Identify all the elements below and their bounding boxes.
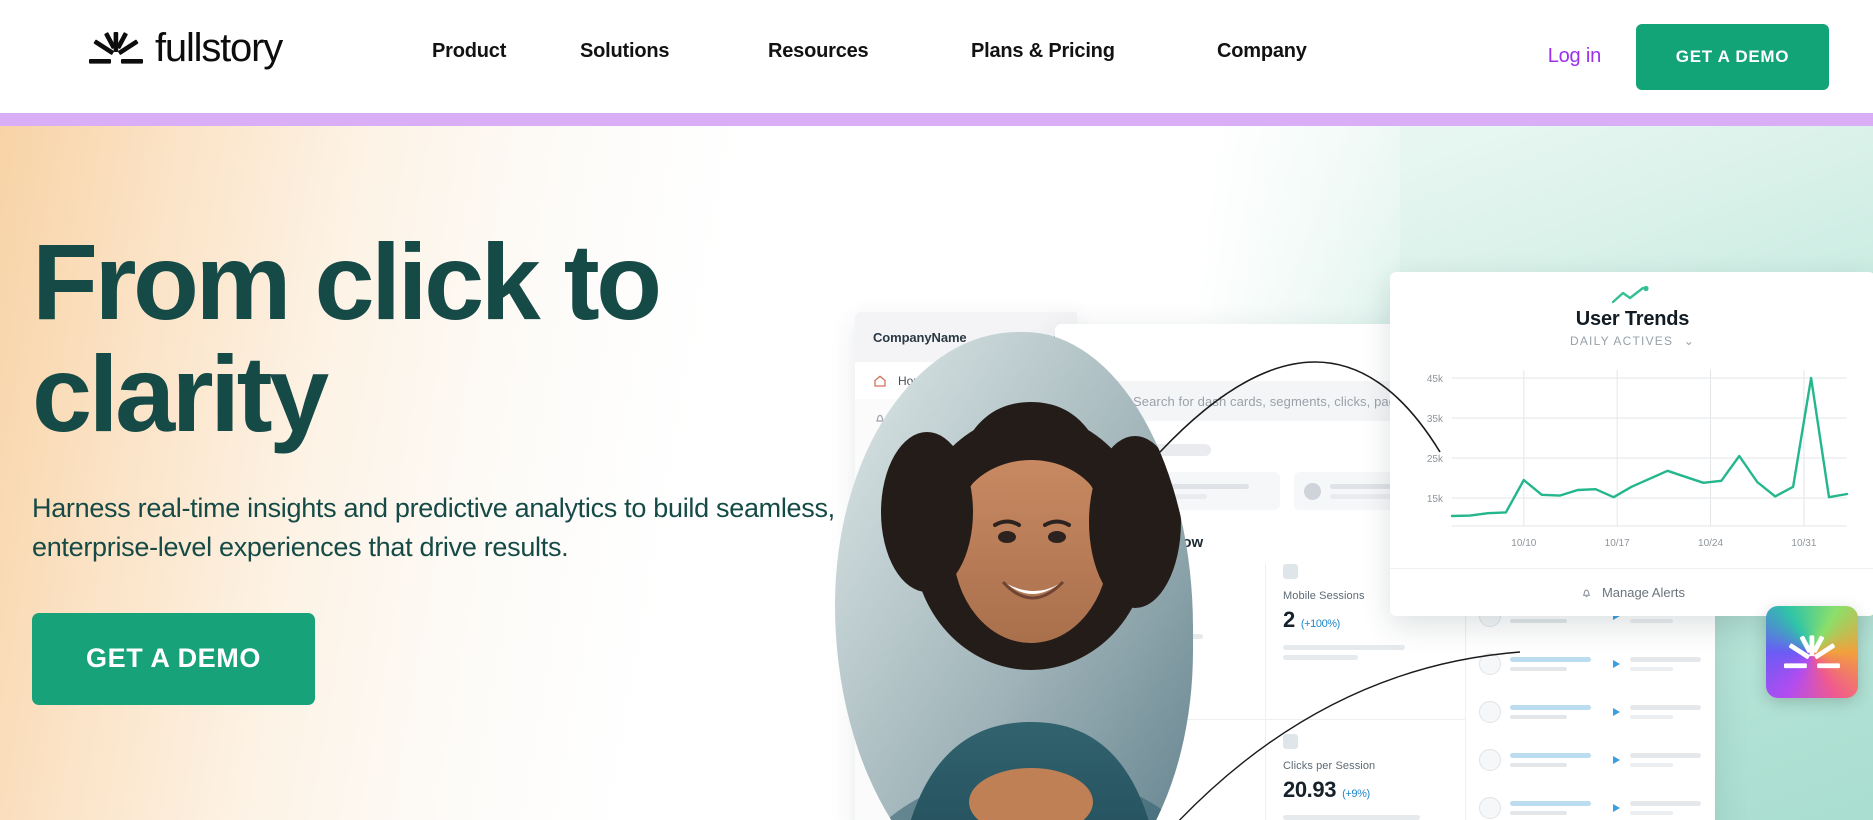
session-list-item[interactable] — [1479, 640, 1709, 688]
svg-text:10/17: 10/17 — [1605, 538, 1630, 549]
nav-item-plans-pricing[interactable]: Plans & Pricing — [971, 40, 1217, 63]
avatar — [1479, 797, 1501, 819]
play-icon[interactable] — [1611, 659, 1621, 669]
dashboard-collage: CompanyName Home Notifications — [835, 252, 1873, 820]
avatar — [1479, 653, 1501, 675]
nav-item-resources[interactable]: Resources — [768, 40, 971, 63]
manage-alerts-label: Manage Alerts — [1601, 585, 1686, 600]
chevron-down-icon: ⌄ — [1683, 334, 1695, 348]
metric-icon — [1283, 564, 1298, 579]
user-trends-subtitle-text: DAILY ACTIVES — [1569, 334, 1674, 348]
purple-accent-stripe — [0, 113, 1873, 126]
hero-content: From click to clarity Harness real-time … — [32, 126, 912, 705]
hero-subtitle: Harness real-time insights and predictiv… — [32, 492, 835, 562]
fullstory-floating-badge[interactable] — [1766, 606, 1858, 698]
metric-value: 20.93 (+9%) — [1283, 777, 1473, 803]
get-a-demo-header-button[interactable]: GET A DEMO — [1636, 23, 1829, 90]
quick-card-avatar — [1304, 482, 1321, 500]
user-trends-line-chart: 15k 25k 35k 45k 10/10 10/17 10/24 10/31 — [1427, 370, 1849, 549]
metric-placeholder-lines — [1283, 815, 1473, 820]
metric-placeholder-lines — [1283, 645, 1453, 660]
svg-text:35k: 35k — [1427, 414, 1444, 425]
metric-delta: (+9%) — [1342, 788, 1370, 800]
session-list-item[interactable] — [1479, 784, 1709, 820]
fullstory-sunburst-icon — [1784, 635, 1840, 669]
trend-up-icon — [1611, 286, 1649, 304]
panel-divider — [1265, 564, 1266, 820]
session-user — [1510, 657, 1602, 671]
landing-page: fullstory Product Solutions Resources Pl… — [0, 0, 1873, 820]
svg-text:10/31: 10/31 — [1791, 538, 1816, 549]
nav-item-product[interactable]: Product — [432, 40, 580, 63]
session-detail — [1630, 657, 1709, 671]
session-user — [1510, 705, 1602, 719]
avatar — [1479, 701, 1501, 723]
nav-item-solutions[interactable]: Solutions — [580, 40, 768, 63]
session-list-item[interactable] — [1479, 688, 1709, 736]
metric-card-clicks-per-session: Clicks per Session 20.93 (+9%) — [1283, 734, 1473, 820]
hero-section: From click to clarity Harness real-time … — [0, 126, 1873, 820]
svg-text:25k: 25k — [1427, 454, 1444, 465]
svg-text:10/10: 10/10 — [1511, 538, 1536, 549]
hero-title: From click to clarity — [32, 225, 792, 455]
fullstory-logo[interactable]: fullstory — [88, 26, 283, 70]
svg-text:45k: 45k — [1427, 374, 1444, 385]
metric-number: 20.93 — [1283, 777, 1337, 802]
user-trends-title: User Trends — [1575, 308, 1690, 330]
metric-icon — [1283, 734, 1298, 749]
metric-delta: (+100%) — [1300, 618, 1340, 630]
user-trends-panel: User Trends DAILY ACTIVES ⌄ 15k 25k 35k 45k… — [1390, 272, 1873, 616]
logo-wordmark: fullstory — [155, 26, 283, 70]
session-user — [1510, 753, 1602, 767]
play-icon[interactable] — [1611, 707, 1621, 717]
main-nav: Product Solutions Resources Plans & Pric… — [432, 40, 1307, 63]
get-a-demo-hero-button[interactable]: GET A DEMO — [32, 612, 315, 705]
session-user — [1510, 801, 1602, 815]
svg-text:10/24: 10/24 — [1698, 538, 1723, 549]
hero-title-line2: clarity — [32, 333, 329, 455]
svg-text:15k: 15k — [1427, 494, 1444, 505]
hero-title-line1: From click to — [32, 221, 662, 342]
bell-icon — [1582, 589, 1590, 598]
nav-item-company[interactable]: Company — [1217, 40, 1307, 63]
metric-number: 2 — [1283, 607, 1295, 632]
session-list-item[interactable] — [1479, 736, 1709, 784]
session-detail — [1630, 705, 1709, 719]
header-actions: Log in GET A DEMO — [1548, 0, 1873, 113]
login-link[interactable]: Log in — [1548, 45, 1601, 68]
sunburst-icon — [89, 32, 143, 64]
play-icon[interactable] — [1611, 755, 1621, 765]
play-icon[interactable] — [1611, 803, 1621, 813]
user-trends-subtitle[interactable]: DAILY ACTIVES ⌄ — [1390, 334, 1873, 348]
avatar — [1479, 749, 1501, 771]
site-header: fullstory Product Solutions Resources Pl… — [0, 0, 1873, 113]
session-detail — [1630, 801, 1709, 815]
metric-label: Clicks per Session — [1283, 760, 1376, 772]
session-detail — [1630, 753, 1709, 767]
